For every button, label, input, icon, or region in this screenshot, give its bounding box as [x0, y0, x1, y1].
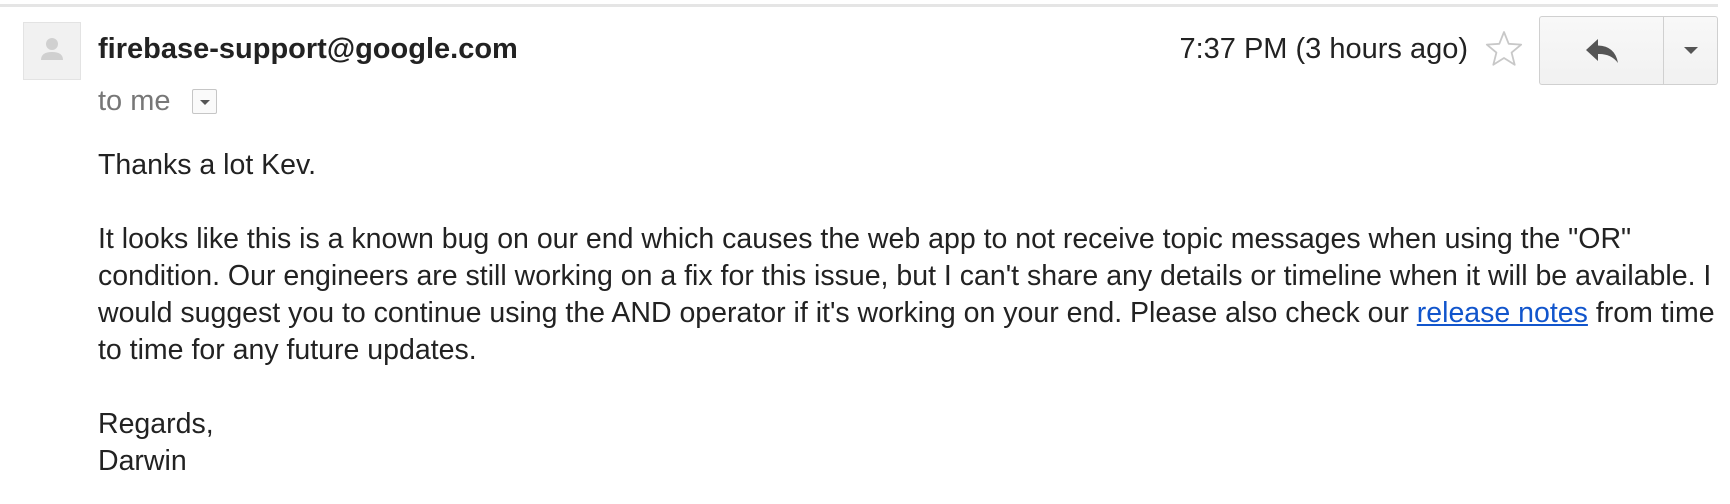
- message-timestamp[interactable]: 7:37 PM (3 hours ago): [1179, 32, 1468, 66]
- reply-actions: [1539, 16, 1718, 85]
- show-details-icon[interactable]: [192, 89, 217, 114]
- sender-avatar[interactable]: [23, 22, 81, 80]
- message-body: Thanks a lot Kev. It looks like this is …: [98, 147, 1718, 480]
- closing-text: Regards,: [98, 408, 214, 440]
- top-divider: [0, 4, 1718, 7]
- greeting-text: Thanks a lot Kev.: [98, 149, 317, 181]
- more-options-button[interactable]: [1663, 16, 1718, 85]
- email-message-view: firebase-support@google.com to me 7:37 P…: [0, 0, 1730, 504]
- star-icon[interactable]: [1484, 29, 1524, 69]
- release-notes-link[interactable]: release notes: [1417, 297, 1588, 329]
- reply-button[interactable]: [1539, 16, 1663, 85]
- signature-text: Darwin: [98, 445, 187, 477]
- body-paragraph: It looks like this is a known bug on our…: [98, 221, 1718, 369]
- recipient-line: to me: [98, 85, 171, 117]
- caret-down-icon: [1683, 47, 1698, 54]
- sender-email[interactable]: firebase-support@google.com: [98, 32, 518, 66]
- default-avatar-icon: [41, 38, 63, 60]
- reply-arrow-icon: [1585, 38, 1618, 63]
